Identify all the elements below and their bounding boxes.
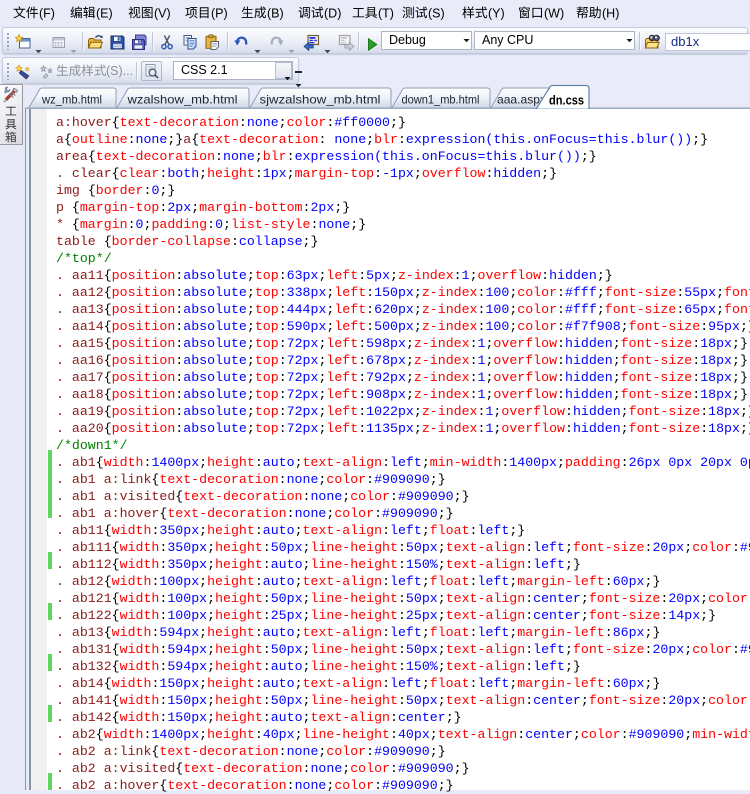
svg-text:wzalshow_mb.html: wzalshow_mb.html [126, 93, 237, 107]
svg-text:sjwzalshow_mb.html: sjwzalshow_mb.html [260, 93, 381, 107]
svg-text:down1_mb.html: down1_mb.html [402, 93, 480, 107]
svg-text:wz_mb.html: wz_mb.html [41, 93, 102, 107]
svg-text:dn.css: dn.css [549, 93, 584, 107]
